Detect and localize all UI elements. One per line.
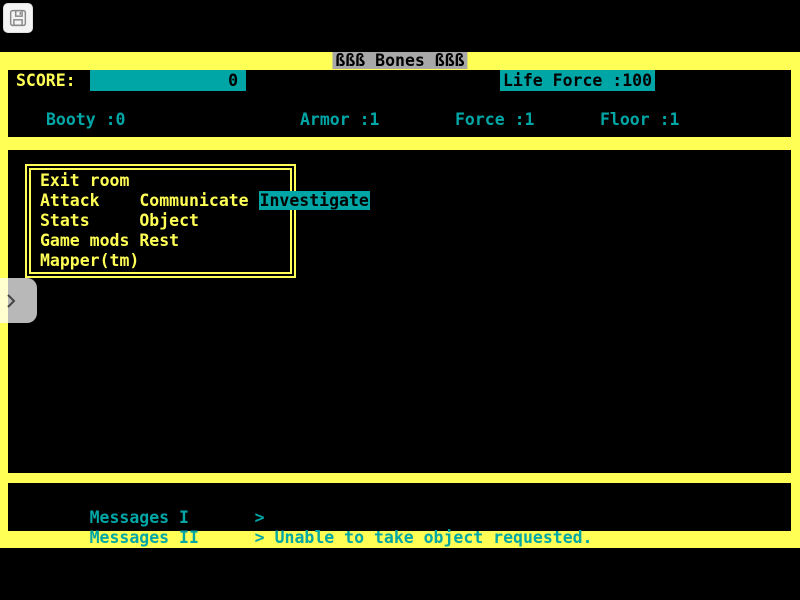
menu-item-mapper[interactable]: Mapper(tm) [40, 251, 139, 271]
menu-item-object[interactable]: Object [139, 211, 199, 231]
chevron-right-icon [3, 291, 19, 311]
message-1-label: Messages I [90, 508, 255, 528]
menu-item-exit-room[interactable]: Exit room [40, 171, 129, 191]
action-menu: Exit room Attack Stats Game mods Mapper(… [25, 164, 296, 278]
menu-column-right: Investigate Communicate Object Rest [139, 171, 370, 272]
menu-item-communicate[interactable]: Communicate [139, 191, 248, 211]
dos-game-screen: ßßß Bones ßßß SCORE: 0 Life Force :100 B… [0, 52, 800, 548]
sidebar-toggle[interactable] [0, 278, 37, 323]
menu-item-attack[interactable]: Attack [40, 191, 100, 211]
stat-force: Force :1 [455, 110, 534, 130]
floppy-disk-icon [7, 7, 29, 29]
message-1-prompt: > [255, 508, 275, 528]
message-2-prompt: > [255, 528, 275, 548]
message-2-label: Messages II [90, 528, 255, 548]
save-button[interactable] [3, 3, 33, 33]
hud-panel: SCORE: 0 Life Force :100 Booty :0 Armor … [8, 70, 791, 137]
stat-booty: Booty :0 [46, 110, 125, 130]
menu-item-stats[interactable]: Stats [40, 211, 90, 231]
stat-armor: Armor :1 [300, 110, 379, 130]
menu-item-game-mods[interactable]: Game mods [40, 231, 129, 251]
action-menu-inner: Exit room Attack Stats Game mods Mapper(… [29, 168, 292, 274]
menu-item-rest[interactable]: Rest [139, 231, 179, 251]
menu-column-left: Exit room Attack Stats Game mods Mapper(… [40, 171, 139, 272]
stat-floor: Floor :1 [600, 110, 679, 130]
score-value: 0 [228, 71, 238, 90]
message-row-1: Messages I> [30, 488, 791, 508]
message-2-text: Unable to take object requested. [275, 528, 593, 547]
messages-panel: Messages I> Messages II>Unable to take o… [8, 483, 791, 531]
game-viewport: Exit room Attack Stats Game mods Mapper(… [8, 150, 791, 473]
selected-menu-highlight: Investigate [259, 191, 370, 210]
game-title: ßßß Bones ßßß [332, 52, 467, 69]
menu-item-investigate[interactable]: Investigate [139, 171, 370, 191]
score-label: SCORE: [16, 70, 76, 91]
life-force-badge: Life Force :100 [500, 70, 655, 91]
score-bar: 0 [90, 70, 246, 91]
